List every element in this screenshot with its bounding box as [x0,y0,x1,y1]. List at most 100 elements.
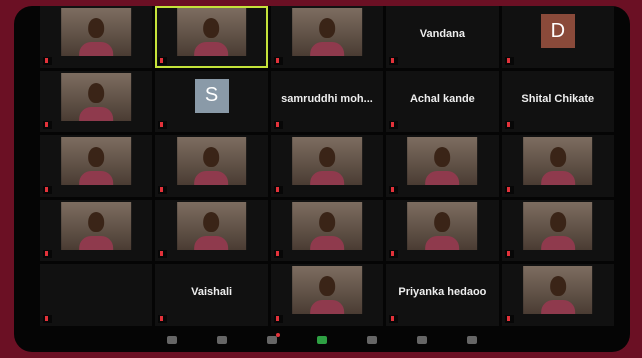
mic-muted-icon [160,315,164,321]
participant-tile[interactable]: S [155,70,268,133]
mic-muted-icon [160,57,164,63]
mic-icon[interactable] [167,336,177,344]
participant-label [158,56,168,65]
mic-muted-icon [160,186,164,192]
participant-label [504,121,514,130]
participant-label [389,121,399,130]
mic-muted-icon [275,122,279,128]
participant-label [43,314,52,323]
mic-muted-icon [275,315,279,321]
participant-tile[interactable] [40,199,153,262]
participant-video [61,201,132,250]
participant-label [389,250,399,259]
meeting-stage: Vandana D Ssamruddhi moh... Achal kande Shit… [14,6,630,352]
mic-muted-icon [45,251,48,257]
participant-tile[interactable] [270,264,384,326]
participant-tile[interactable] [270,135,384,197]
mic-muted-icon [45,57,48,63]
participant-name: Priyanka hedaoo [398,286,487,299]
participant-video [176,8,247,56]
record-icon[interactable] [367,336,377,344]
participant-tile[interactable] [155,199,268,262]
participant-label [273,314,283,323]
participant-name: Vaishali [191,286,233,299]
mic-muted-icon [160,251,164,257]
participant-label [504,314,514,323]
participant-label [389,185,399,194]
mic-muted-icon [506,57,510,63]
participant-tile[interactable]: Priyanka hedaoo [386,264,499,326]
meeting-toolbar [14,328,630,352]
participant-label [43,185,52,194]
participant-video [292,137,362,186]
participant-tile[interactable] [40,70,153,133]
participant-label [389,56,399,65]
participant-grid: Vandana D Ssamruddhi moh... Achal kande Shit… [40,6,614,326]
participant-label [273,121,283,130]
mic-muted-icon [391,315,395,321]
participant-tile[interactable]: Achal kande [386,70,499,133]
participant-label [504,250,514,259]
participant-tile[interactable] [40,6,153,68]
participant-tile[interactable]: samruddhi moh... [270,70,384,133]
participant-label [158,185,168,194]
participant-label [158,250,168,259]
participant-tile[interactable] [155,135,268,197]
mic-muted-icon [45,315,48,321]
mic-muted-icon [391,57,395,63]
notification-dot [276,333,280,337]
leave-icon[interactable] [467,336,477,344]
mic-muted-icon [391,186,395,192]
mic-muted-icon [506,251,510,257]
participant-name: Shital Chikate [521,92,595,105]
participant-tile[interactable] [386,135,499,197]
participant-label [43,121,52,130]
avatar: S [194,78,229,113]
mic-muted-icon [506,122,510,128]
participant-label [273,56,283,65]
mic-muted-icon [506,315,510,321]
participant-video [522,201,593,250]
participant-tile[interactable]: Vaishali [155,264,268,326]
participant-video [522,266,593,315]
participant-tile[interactable] [386,199,499,262]
participant-tile[interactable] [40,264,153,326]
participant-tile[interactable] [155,6,268,68]
mic-muted-icon [391,122,395,128]
participant-tile[interactable] [270,6,384,68]
participant-tile[interactable] [501,264,614,326]
mic-muted-icon [45,122,48,128]
mic-muted-icon [160,122,164,128]
participant-tile[interactable]: Vandana [386,6,499,68]
participant-name: samruddhi moh... [281,92,373,105]
participant-label [389,314,399,323]
participant-video [292,8,362,56]
mic-muted-icon [45,186,48,192]
share-screen-icon[interactable] [317,336,327,344]
participant-tile[interactable] [501,135,614,197]
participant-video [61,8,132,56]
participant-tile[interactable]: Shital Chikate [501,70,614,133]
participant-label [504,56,514,65]
participants-icon[interactable] [217,336,227,344]
participant-video [61,137,132,186]
reactions-icon[interactable] [417,336,427,344]
mic-muted-icon [391,251,395,257]
participant-video [407,201,478,250]
participant-tile[interactable] [270,199,384,262]
participant-video [407,137,478,186]
mic-muted-icon [275,57,279,63]
participant-video [292,201,362,250]
participant-label [158,121,168,130]
participant-label [273,185,283,194]
participant-video [522,137,593,186]
participant-label [504,185,514,194]
participant-label [43,250,52,259]
mic-muted-icon [506,186,510,192]
chat-icon[interactable] [267,333,280,344]
participant-tile[interactable] [40,135,153,197]
participant-label [158,314,168,323]
participant-tile[interactable]: D [501,6,614,68]
participant-tile[interactable] [501,199,614,262]
participant-name: Vandana [419,28,466,40]
